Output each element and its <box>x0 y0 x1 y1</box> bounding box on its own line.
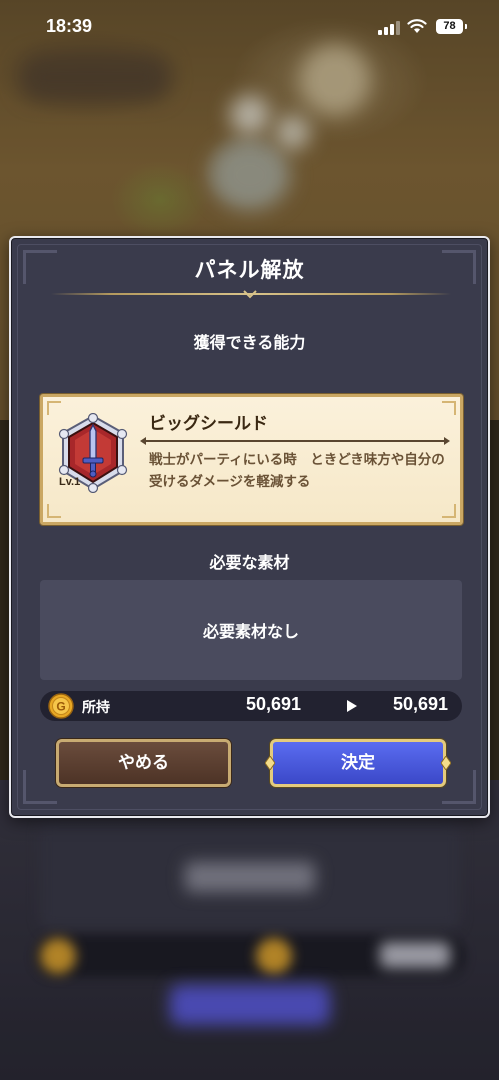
currency-label: 所持 <box>82 700 110 716</box>
ability-heading: 獲得できる能力 <box>193 333 306 352</box>
wifi-icon <box>407 19 427 33</box>
dialog-title: パネル解放 <box>194 258 305 282</box>
svg-text:G: G <box>56 700 65 714</box>
confirm-button-label: 決定 <box>341 753 375 773</box>
materials-list: 必要素材なし <box>40 580 462 680</box>
cancel-button-label: やめる <box>118 753 169 773</box>
ability-description: 戦士がパーティにいる時 ときどき味方や自分の受けるダメージを軽減する <box>149 452 445 490</box>
ability-name: ビッグシールド <box>149 414 268 434</box>
panel-unlock-dialog: パネル解放 獲得できる能力 Lv.1 ビッグシールド 戦士がパーティにいる時 と… <box>9 236 490 818</box>
materials-empty-text: 必要素材なし <box>202 622 299 641</box>
status-time: 18:39 <box>46 16 93 36</box>
cancel-button[interactable]: やめる <box>56 739 231 787</box>
currency-bar: G 所持 50,691 50,691 <box>40 691 462 721</box>
divider-ornament-icon <box>243 290 257 299</box>
gem-ornament-icon <box>265 756 275 770</box>
battery-icon: 78 <box>436 19 467 34</box>
signal-icon <box>378 21 400 35</box>
ability-level: Lv.1 <box>59 476 81 488</box>
ability-name-underline <box>140 437 450 445</box>
ability-card: Lv.1 ビッグシールド 戦士がパーティにいる時 ときどき味方や自分の受けるダメ… <box>40 394 463 525</box>
status-bar: 18:39 78 <box>0 0 499 56</box>
gem-ornament-icon <box>441 756 451 770</box>
currency-after-amount: 50,691 <box>392 694 448 714</box>
confirm-button[interactable]: 決定 <box>265 739 451 787</box>
arrow-right-icon <box>347 700 357 712</box>
gold-coin-icon: G <box>48 693 74 719</box>
currency-current-amount: 50,691 <box>246 694 302 714</box>
materials-heading: 必要な素材 <box>209 553 290 572</box>
